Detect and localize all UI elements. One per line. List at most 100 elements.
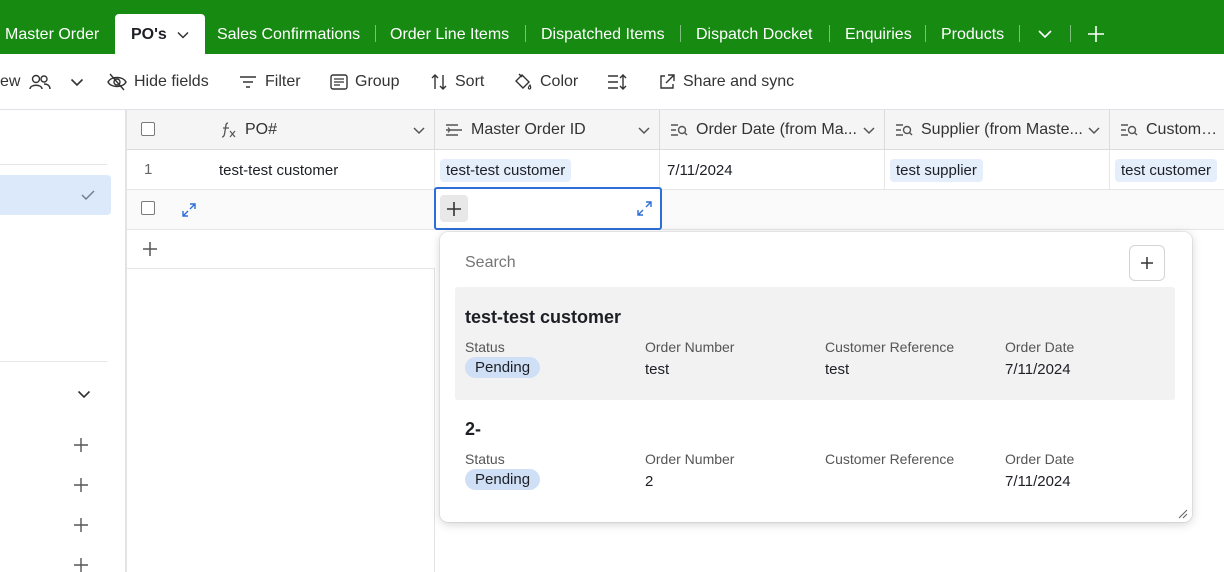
add-view-icon[interactable] — [73, 517, 89, 538]
lookup-chip: test supplier — [890, 158, 983, 182]
sort-label: Sort — [455, 73, 485, 90]
column-header-supplier[interactable]: Supplier (from Maste... — [885, 110, 1110, 150]
filter-label: Filter — [265, 73, 301, 90]
add-row[interactable] — [127, 229, 435, 269]
record-option[interactable]: test-test customer Status Pending Order … — [455, 287, 1175, 400]
column-label: Customer (f — [1146, 121, 1224, 138]
field-label: Order Date — [1005, 451, 1075, 467]
table-row[interactable] — [127, 190, 1224, 230]
linked-record-chip[interactable]: test-test customer — [440, 158, 572, 182]
group-button[interactable]: Group — [330, 54, 399, 110]
order-date-field: Order Date 7/11/2024 — [1005, 451, 1074, 490]
column-label: Supplier (from Maste... — [921, 121, 1083, 138]
add-view-icon[interactable] — [73, 477, 89, 498]
chevron-down-icon[interactable] — [412, 123, 426, 137]
column-header-customer[interactable]: Customer (f — [1110, 110, 1224, 150]
lookup-icon — [1121, 124, 1138, 136]
row-height-button[interactable] — [607, 54, 634, 110]
field-label: Customer Reference — [825, 451, 955, 467]
column-label: Order Date (from Ma... — [696, 121, 857, 138]
order-date-cell[interactable]: 7/11/2024 — [660, 150, 885, 190]
tab-sales-confirmations[interactable]: Sales Confirmations — [217, 14, 360, 54]
tab-pos[interactable]: PO's — [115, 14, 206, 56]
tab-order-line-items[interactable]: Order Line Items — [390, 14, 509, 54]
field-value: 2 — [645, 473, 654, 490]
order-number-field: Order Number 2 — [645, 451, 734, 490]
lookup-icon — [671, 124, 688, 136]
sidebar-item-selected-view[interactable] — [0, 175, 111, 215]
column-header-master-order-id[interactable]: Master Order ID — [435, 110, 660, 150]
formula-icon — [221, 122, 236, 138]
eye-off-icon — [107, 73, 127, 91]
group-icon — [330, 74, 348, 90]
order-date-field: Order Date 7/11/2024 — [1005, 339, 1074, 378]
column-header-order-date[interactable]: Order Date (from Ma... — [660, 110, 885, 150]
linked-record-picker: test-test customer Status Pending Order … — [440, 232, 1192, 522]
chevron-down-icon[interactable] — [862, 123, 876, 137]
tab-divider — [680, 25, 681, 42]
expand-icon[interactable] — [637, 201, 652, 216]
supplier-cell[interactable]: test supplier — [885, 150, 1110, 190]
order-number-field: Order Number test — [645, 339, 734, 378]
external-link-icon — [660, 74, 675, 89]
color-button[interactable]: Color — [513, 54, 578, 110]
status-badge: Pending — [465, 357, 541, 378]
search-input[interactable] — [465, 254, 1065, 272]
add-view-icon[interactable] — [73, 557, 89, 572]
tab-dispatch-docket[interactable]: Dispatch Docket — [696, 14, 813, 54]
add-table-icon[interactable] — [1084, 22, 1108, 46]
filter-icon — [240, 76, 256, 88]
customer-reference-field: Customer Reference test — [825, 339, 954, 378]
hide-fields-button[interactable]: Hide fields — [107, 54, 209, 110]
chevron-down-icon[interactable] — [1087, 123, 1101, 137]
po-cell[interactable] — [127, 190, 435, 230]
column-divider — [434, 268, 435, 572]
create-record-button[interactable] — [1129, 245, 1165, 281]
share-label: Share and sync — [683, 73, 795, 90]
row-number: 1 — [144, 161, 153, 178]
more-tables-chevron-icon[interactable] — [1033, 22, 1057, 46]
sidebar-divider — [0, 361, 107, 362]
chevron-down-icon — [70, 78, 91, 87]
field-label: Order Number — [645, 339, 735, 355]
add-linked-record-button[interactable] — [440, 195, 468, 222]
sort-button[interactable]: Sort — [430, 54, 484, 110]
column-header-po[interactable]: PO# — [127, 110, 435, 150]
tab-enquiries[interactable]: Enquiries — [845, 14, 912, 54]
customer-cell[interactable]: test customer — [1110, 150, 1224, 190]
field-value: test — [645, 361, 670, 378]
resize-handle-icon[interactable] — [1178, 509, 1188, 519]
column-label: Master Order ID — [471, 121, 586, 138]
master-order-edit-cell[interactable] — [434, 187, 662, 230]
filter-button[interactable]: Filter — [238, 54, 301, 110]
link-icon — [446, 124, 462, 136]
status-field: Status Pending — [465, 451, 541, 490]
status-field: Status Pending — [465, 339, 541, 378]
table-row[interactable]: 1 test-test customer test-test customer … — [127, 150, 1224, 190]
master-order-cell[interactable]: test-test customer — [435, 150, 660, 190]
lookup-chip: test customer — [1115, 158, 1218, 182]
tab-master-order[interactable]: Master Order — [5, 14, 99, 54]
sidebar — [0, 110, 127, 572]
chevron-down-icon[interactable] — [77, 386, 91, 404]
select-all-checkbox[interactable] — [141, 122, 155, 136]
status-badge: Pending — [465, 469, 541, 490]
field-label: Status — [465, 339, 505, 355]
plus-icon — [1141, 257, 1153, 269]
row-height-icon — [608, 74, 627, 90]
chevron-down-icon[interactable] — [637, 123, 651, 137]
chevron-down-icon[interactable] — [177, 14, 189, 56]
plus-icon — [143, 242, 157, 256]
tab-divider — [829, 25, 830, 42]
tab-products[interactable]: Products — [941, 14, 1004, 54]
tab-divider — [1070, 25, 1071, 42]
tab-dispatched-items[interactable]: Dispatched Items — [541, 14, 665, 54]
add-view-icon[interactable] — [73, 437, 89, 458]
check-icon — [81, 190, 95, 200]
view-switcher[interactable]: ew — [0, 54, 91, 110]
field-value: 7/11/2024 — [1005, 473, 1071, 490]
share-and-sync-button[interactable]: Share and sync — [658, 54, 794, 110]
record-option[interactable]: 2- Status Pending Order Number 2 Custome… — [455, 399, 1175, 512]
tab-label: PO's — [131, 26, 167, 43]
po-cell[interactable]: 1 test-test customer — [127, 150, 435, 190]
